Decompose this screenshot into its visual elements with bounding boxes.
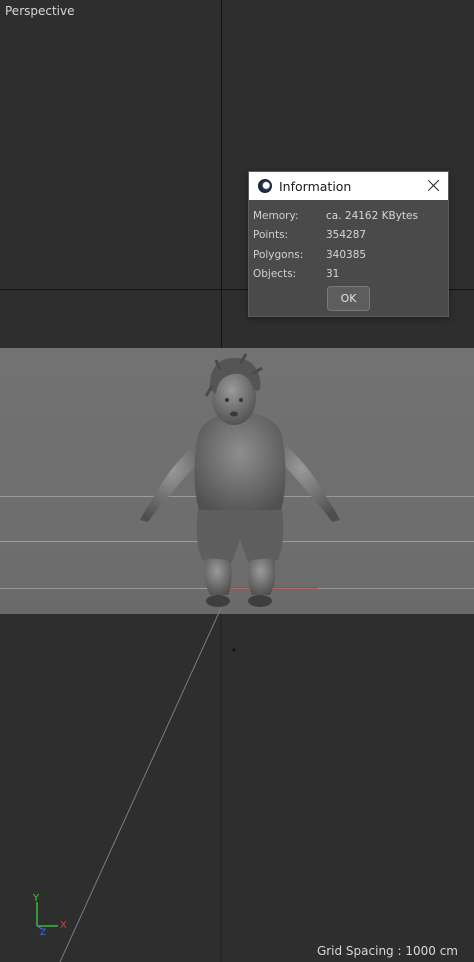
- x-axis-label: X: [60, 920, 67, 931]
- grid-spacing-readout: Grid Spacing : 1000 cm: [316, 944, 458, 958]
- info-value: ca. 24162 KBytes: [326, 209, 418, 222]
- information-dialog: Information Memory: ca. 24162 KBytes Poi…: [248, 171, 449, 317]
- viewport-name-label: Perspective: [5, 4, 75, 18]
- ok-button[interactable]: OK: [327, 286, 370, 311]
- info-label: Polygons:: [253, 248, 304, 261]
- perspective-guide-line: [59, 607, 222, 962]
- dialog-title: Information: [279, 178, 352, 194]
- info-label: Objects:: [253, 268, 297, 281]
- info-row-points: Points: 354287: [249, 226, 448, 246]
- axis-gizmo: Y X Z: [32, 893, 67, 938]
- info-label: Points:: [253, 229, 289, 242]
- cinema4d-logo-icon: [258, 179, 272, 193]
- info-row-objects: Objects: 31: [249, 265, 448, 285]
- z-axis-label: Z: [40, 928, 46, 938]
- close-icon[interactable]: [427, 179, 440, 192]
- info-label: Memory:: [253, 209, 299, 222]
- character-model[interactable]: [130, 350, 350, 615]
- info-row-polygons: Polygons: 340385: [249, 245, 448, 265]
- dialog-title-bar[interactable]: Information: [249, 172, 448, 200]
- info-value: 340385: [326, 248, 367, 261]
- info-value: 354287: [326, 229, 367, 242]
- y-axis-label: Y: [32, 893, 40, 904]
- perspective-viewport[interactable]: Perspective Y X Z Grid Spacing : 1000 cm: [0, 0, 474, 962]
- origin-dot: [232, 648, 236, 652]
- info-row-memory: Memory: ca. 24162 KBytes: [249, 206, 448, 226]
- info-rows: Memory: ca. 24162 KBytes Points: 354287 …: [249, 200, 448, 284]
- info-value: 31: [326, 268, 340, 281]
